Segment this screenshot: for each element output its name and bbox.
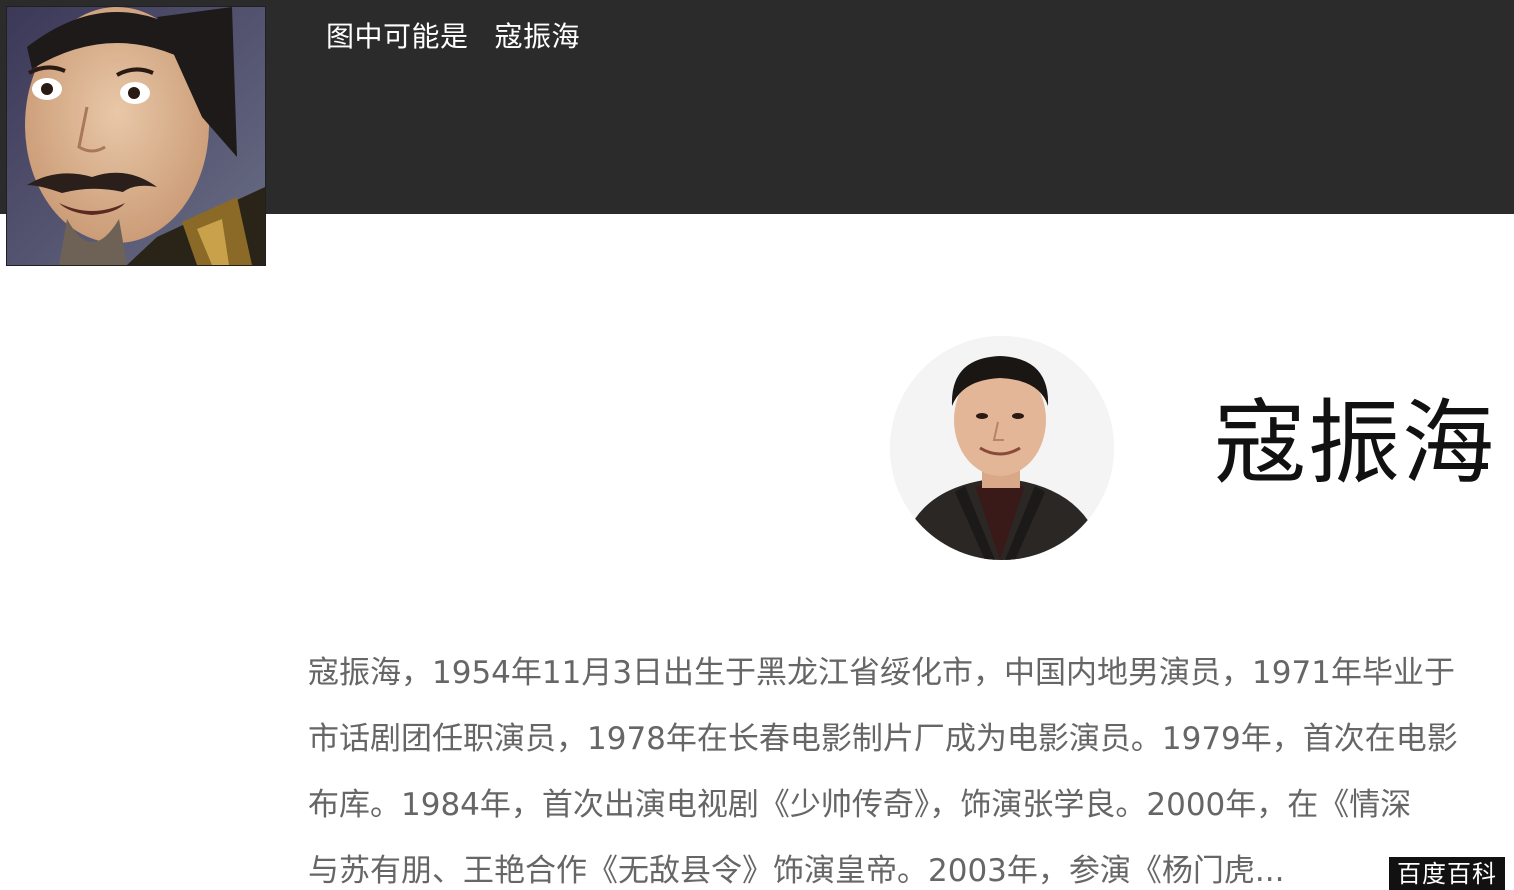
result-page: 图中可能是 寇振海 寇振海 寇振海，1954年11月3日出生于黑龙江省绥化市，中… bbox=[0, 0, 1514, 890]
recognition-caption: 图中可能是 寇振海 bbox=[326, 17, 580, 57]
bio-summary: 寇振海，1954年11月3日出生于黑龙江省绥化市，中国内地男演员，1971年毕业… bbox=[308, 640, 1514, 890]
bio-line: 市话剧团任职演员，1978年在长春电影制片厂成为电影演员。1979年，首次在电影 bbox=[308, 721, 1458, 757]
caption-name: 寇振海 bbox=[494, 20, 581, 53]
bio-line: 与苏有朋、王艳合作《无敌县令》饰演皇帝。2003年，参演《杨门虎... bbox=[308, 853, 1285, 889]
bio-line: 布库。1984年，首次出演电视剧《少帅传奇》，饰演张学良。2000年，在《情深 bbox=[308, 787, 1412, 823]
face-photo-icon bbox=[7, 7, 265, 265]
caption-prefix: 图中可能是 bbox=[326, 20, 469, 53]
profile-avatar[interactable] bbox=[890, 336, 1114, 560]
bio-line: 寇振海，1954年11月3日出生于黑龙江省绥化市，中国内地男演员，1971年毕业… bbox=[308, 655, 1455, 691]
query-image-thumbnail[interactable] bbox=[7, 7, 265, 265]
portrait-avatar-icon bbox=[890, 336, 1114, 560]
source-badge-baidu-baike[interactable]: 百度百科 bbox=[1389, 857, 1505, 890]
person-name-title: 寇振海 bbox=[1214, 390, 1497, 497]
